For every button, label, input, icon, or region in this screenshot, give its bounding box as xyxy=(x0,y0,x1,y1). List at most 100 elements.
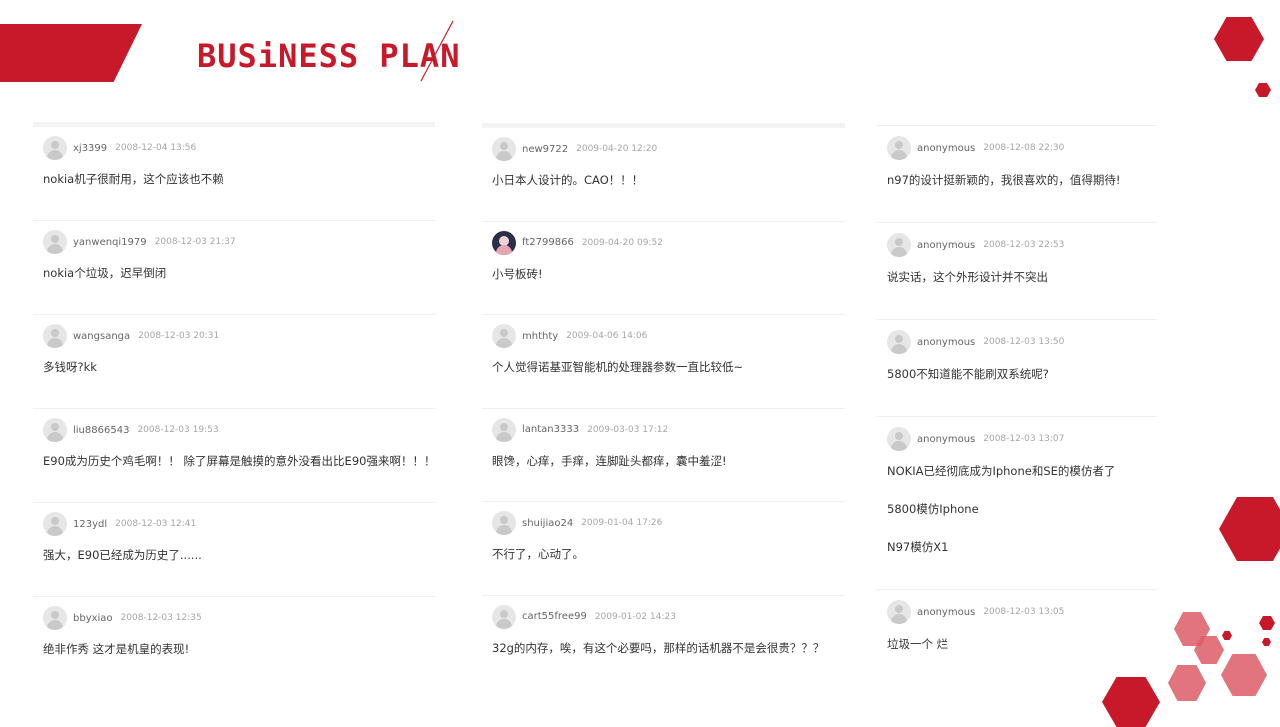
comment-item: anonymous 2008-12-08 22:30 n97的设计挺新颖的，我很喜欢… xyxy=(877,126,1157,223)
comment-text: 说实话，这个外形设计并不突出 xyxy=(887,270,1048,284)
user-avatar-icon[interactable] xyxy=(492,324,516,349)
hexagon-decoration xyxy=(1219,497,1280,561)
comment-item: mhthty 2009-04-06 14:06 个人觉得诺基亚智能机的处理器参数一直… xyxy=(482,315,845,409)
comment-meta: 123ydl 2008-12-03 12:41 xyxy=(43,511,435,537)
comment-meta: anonymous 2008-12-03 13:05 xyxy=(887,599,1157,625)
user-avatar-icon[interactable] xyxy=(43,606,67,630)
user-avatar-icon[interactable] xyxy=(492,137,516,161)
username-link[interactable]: wangsanga xyxy=(73,331,130,342)
comment-text: nokia机子很耐用，这个应该也不赖 xyxy=(43,172,224,186)
user-avatar-icon[interactable] xyxy=(43,136,67,160)
comment-item: new9722 2009-04-20 12:20 小日本人设计的。CAO！！！ xyxy=(482,128,845,222)
comment-text: 小号板砖! xyxy=(492,266,543,281)
username-link[interactable]: cart55free99 xyxy=(522,611,587,622)
comment-text: 强大，E90已经成为历史了...... xyxy=(43,548,202,562)
user-avatar-icon[interactable] xyxy=(492,511,516,536)
comment-text: NOKIA已经彻底成为Iphone和SE的模仿者了 xyxy=(887,464,1116,478)
comment-text: 5800不知道能不能刷双系统呢? xyxy=(887,367,1049,381)
user-avatar-icon[interactable] xyxy=(43,512,67,536)
username-link[interactable]: 123ydl xyxy=(73,519,107,530)
username-link[interactable]: shuijiao24 xyxy=(522,518,573,529)
comment-timestamp: 2009-01-04 17:26 xyxy=(581,518,663,529)
username-link[interactable]: liu8866543 xyxy=(73,425,129,436)
title-slash-decoration xyxy=(420,20,454,82)
comment-meta: wangsanga 2008-12-03 20:31 xyxy=(43,323,435,349)
user-avatar-icon[interactable] xyxy=(43,324,67,348)
header-banner xyxy=(0,24,142,82)
comment-text: 不行了，心动了。 xyxy=(492,547,584,562)
comment-column-2: new9722 2009-04-20 12:20 小日本人设计的。CAO！！！ ft2… xyxy=(482,123,845,690)
username-link[interactable]: anonymous xyxy=(917,240,975,251)
username-link[interactable]: anonymous xyxy=(917,337,975,348)
comment-item: anonymous 2008-12-03 13:05 垃圾一个 烂 xyxy=(877,590,1157,687)
user-avatar-icon[interactable] xyxy=(887,233,911,257)
user-avatar-icon[interactable] xyxy=(492,230,516,255)
username-link[interactable]: xj3399 xyxy=(73,143,107,154)
comment-text: 个人觉得诺基亚智能机的处理器参数一直比较低~ xyxy=(492,360,744,375)
comment-item: lantan3333 2009-03-03 17:12 眼馋，心痒，手痒，连脚趾头都… xyxy=(482,409,845,503)
user-avatar-icon[interactable] xyxy=(887,136,911,160)
comment-meta: anonymous 2008-12-03 13:07 xyxy=(887,426,1157,452)
user-avatar-icon[interactable] xyxy=(492,417,516,442)
comment-item: shuijiao24 2009-01-04 17:26 不行了，心动了。 xyxy=(482,502,845,596)
username-link[interactable]: bbyxiao xyxy=(73,613,113,624)
comment-timestamp: 2009-04-06 14:06 xyxy=(566,331,648,342)
hexagon-decoration xyxy=(1222,631,1232,640)
comment-meta: xj3399 2008-12-04 13:56 xyxy=(43,135,435,161)
comment-timestamp: 2009-01-02 14:23 xyxy=(594,611,676,622)
comment-text: nokia个垃圾，迟早倒闭 xyxy=(43,266,167,280)
comment-text: n97的设计挺新颖的，我很喜欢的，值得期待! xyxy=(887,173,1121,187)
comment-text: E90成为历史个鸡毛啊！！ 除了屏幕是触摸的意外没看出比E90强来啊！！！ xyxy=(43,454,436,468)
user-avatar-icon[interactable] xyxy=(887,427,911,451)
comment-meta: lantan3333 2009-03-03 17:12 xyxy=(492,417,845,443)
username-link[interactable]: ft2799866 xyxy=(522,237,574,248)
user-avatar-icon[interactable] xyxy=(43,418,67,442)
hexagon-decoration xyxy=(1262,638,1271,646)
username-link[interactable]: anonymous xyxy=(917,607,975,618)
username-link[interactable]: anonymous xyxy=(917,143,975,154)
comment-timestamp: 2009-04-20 09:52 xyxy=(581,237,663,248)
comment-meta: liu8866543 2008-12-03 19:53 xyxy=(43,417,435,443)
comment-timestamp: 2008-12-03 22:53 xyxy=(983,240,1065,250)
hexagon-decoration xyxy=(1221,654,1267,696)
hexagon-decoration xyxy=(1214,17,1264,61)
comment-timestamp: 2009-03-03 17:12 xyxy=(587,424,669,435)
comment-item: liu8866543 2008-12-03 19:53 E90成为历史个鸡毛啊！！ … xyxy=(33,409,435,503)
comment-item: wangsanga 2008-12-03 20:31 多钱呀?kk xyxy=(33,315,435,409)
user-avatar-icon[interactable] xyxy=(887,330,911,354)
hexagon-decoration xyxy=(1259,616,1275,630)
username-link[interactable]: yanwenqi1979 xyxy=(73,237,147,248)
comment-timestamp: 2009-04-20 12:20 xyxy=(576,144,658,154)
comment-meta: anonymous 2008-12-08 22:30 xyxy=(887,135,1157,161)
comment-text: 垃圾一个 烂 xyxy=(887,637,949,651)
user-avatar-icon[interactable] xyxy=(43,230,67,254)
comment-timestamp: 2008-12-08 22:30 xyxy=(983,143,1065,153)
comment-meta: yanwenqi1979 2008-12-03 21:37 xyxy=(43,229,435,255)
comment-item: 123ydl 2008-12-03 12:41 强大，E90已经成为历史了.....… xyxy=(33,503,435,597)
comment-text: 绝非作秀 这才是机皇的表现! xyxy=(43,642,190,656)
username-link[interactable]: new9722 xyxy=(522,144,568,155)
username-link[interactable]: mhthty xyxy=(522,331,558,342)
comment-meta: new9722 2009-04-20 12:20 xyxy=(492,136,845,162)
user-avatar-icon[interactable] xyxy=(887,600,911,624)
comment-column-1: xj3399 2008-12-04 13:56 nokia机子很耐用，这个应该也不赖… xyxy=(33,122,435,691)
user-avatar-icon[interactable] xyxy=(492,604,516,629)
comment-timestamp: 2008-12-03 12:41 xyxy=(115,519,197,529)
comment-meta: anonymous 2008-12-03 22:53 xyxy=(887,232,1157,258)
comment-item: xj3399 2008-12-04 13:56 nokia机子很耐用，这个应该也不赖 xyxy=(33,127,435,221)
comment-timestamp: 2008-12-03 19:53 xyxy=(137,425,219,435)
comment-meta: mhthty 2009-04-06 14:06 xyxy=(492,323,845,349)
comment-item: anonymous 2008-12-03 22:53 说实话，这个外形设计并不突出 xyxy=(877,223,1157,320)
username-link[interactable]: anonymous xyxy=(917,434,975,445)
username-link[interactable]: lantan3333 xyxy=(522,424,579,435)
comment-meta: shuijiao24 2009-01-04 17:26 xyxy=(492,510,845,536)
comment-text: 5800模仿Iphone xyxy=(887,502,979,516)
comment-column-3: anonymous 2008-12-08 22:30 n97的设计挺新颖的，我很喜欢… xyxy=(877,125,1157,687)
comment-timestamp: 2008-12-03 12:35 xyxy=(120,613,202,623)
comment-timestamp: 2008-12-03 13:07 xyxy=(983,434,1065,444)
comment-timestamp: 2008-12-03 20:31 xyxy=(138,331,220,341)
comment-text: 多钱呀?kk xyxy=(43,360,97,374)
comment-text: 小日本人设计的。CAO！！！ xyxy=(492,173,644,187)
comment-timestamp: 2008-12-03 21:37 xyxy=(154,237,236,247)
comment-text: 32g的内存，唉，有这个必要吗，那样的话机器不是会很贵？？？ xyxy=(492,640,825,655)
